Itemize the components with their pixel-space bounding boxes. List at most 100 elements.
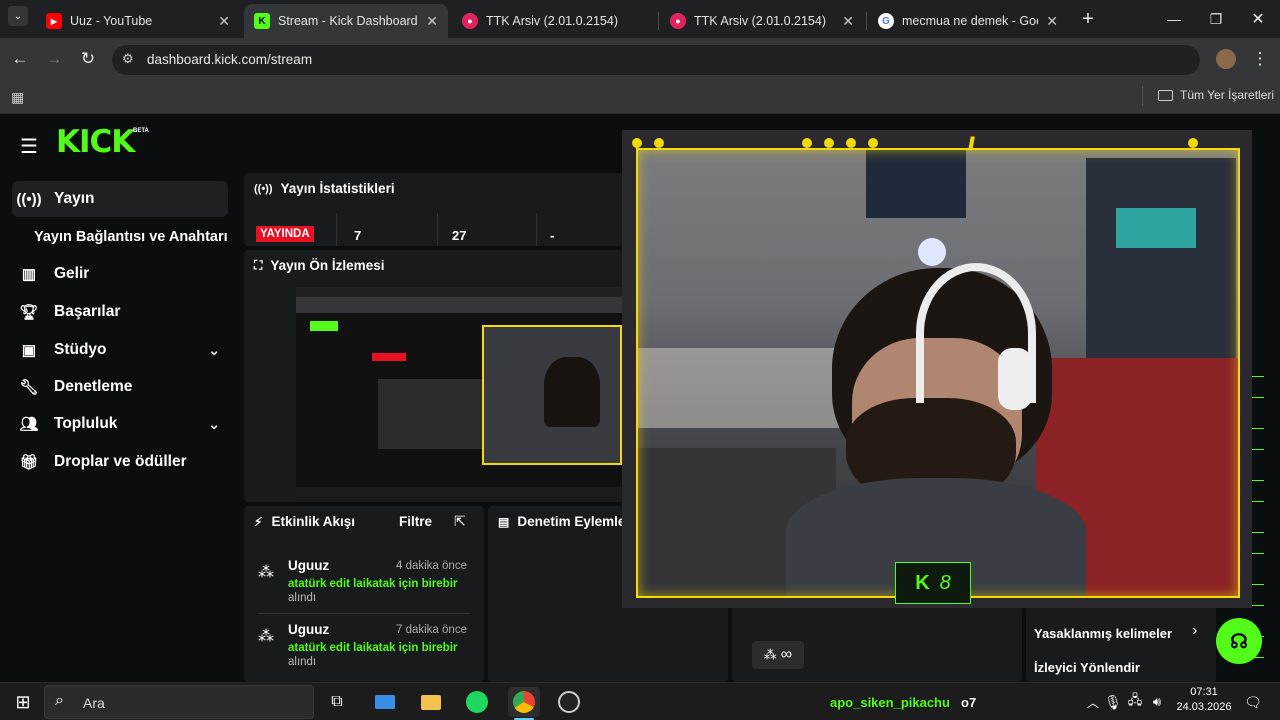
menu-icon[interactable]: ⋮ [1248, 47, 1272, 71]
all-bookmarks[interactable]: Tüm Yer İşaretleri [1158, 88, 1274, 102]
youtube-icon: ▶ [46, 13, 62, 29]
sidebar-item-achievements[interactable]: 🏆︎ Başarılar [12, 294, 228, 330]
preview-thumbnail[interactable] [296, 287, 644, 500]
moderation-header: ▤ Denetim Eylemle [498, 514, 626, 529]
preview-header: ⛶ Yayın Ön İzlemesi [254, 258, 385, 273]
close-tab-icon[interactable]: ✕ [218, 13, 230, 30]
clock[interactable]: 07:31 24.03.2026 [1174, 686, 1234, 713]
overlay-stripes: // [968, 134, 975, 154]
tab-youtube[interactable]: ▶ Uuz - YouTube ✕ [36, 4, 240, 38]
trophy-icon: 🏆︎ [19, 304, 39, 321]
sidebar-item-stream[interactable]: ((•)) Yayın [12, 181, 228, 217]
overlay-frame [636, 148, 1240, 598]
kick-icon: K [915, 571, 930, 594]
chart-icon: ▥ [21, 266, 37, 283]
minimize-icon[interactable]: — [1162, 7, 1186, 31]
windows-taskbar: ⊞ ⌕ Ara ⧉ apo_siken_pikachu o7 ︿ 🎙︎ 🖧︎ 🔊… [0, 682, 1280, 720]
chevron-down-icon: ⌄ [208, 341, 220, 358]
activity-feed-panel: ⚡︎ Etkinlik Akışı Filtre ⇱ ⁂ Uguuz 4 dak… [244, 506, 484, 682]
windows-start-icon[interactable]: ⊞ [10, 689, 36, 715]
apps-grid-icon[interactable]: ▦ [11, 89, 24, 106]
site-info-icon[interactable]: ⚙ [122, 51, 134, 67]
close-tab-icon[interactable]: ✕ [1046, 13, 1058, 30]
sidebar-item-drops[interactable]: 🎁︎ Droplar ve ödüller [12, 444, 228, 480]
chrome-icon[interactable] [508, 687, 540, 717]
stat-other: - [550, 228, 555, 243]
new-tab-icon[interactable]: + [1076, 7, 1100, 31]
bookmarks-bar: ▦ Tüm Yer İşaretleri [0, 80, 1280, 114]
gift-icon: 🎁︎ [19, 454, 39, 471]
close-window-icon[interactable]: ✕ [1246, 7, 1270, 31]
stream-preview-panel: ⛶ Yayın Ön İzlemesi [244, 250, 644, 502]
preview-icon: ⛶ [254, 258, 263, 272]
stream-stats-panel: ((•)) Yayın İstatistikleri YAYINDA 7 27 … [244, 173, 644, 246]
browser-tab-bar: ⌄ ▶ Uuz - YouTube ✕ K Stream - Kick Dash… [0, 0, 1280, 38]
users-icon: ⁂ [763, 647, 777, 662]
volume-icon[interactable]: 🔊︎ [1144, 689, 1170, 715]
sidebar-item-studio[interactable]: ▣ Stüdyo ⌄ [12, 332, 228, 368]
kick-icon: K [254, 13, 270, 29]
tab-search-icon[interactable]: ⌄ [8, 6, 28, 26]
obs-icon[interactable] [556, 689, 582, 715]
stat-viewers: 7 [354, 228, 362, 243]
search-icon: ⌕ [55, 692, 64, 709]
tab-ttk-arsiv-1[interactable]: ● TTK Arsiv (2.01.0.2154) [452, 4, 656, 38]
ttk-icon: ● [462, 13, 478, 29]
moderation-links-panel: Yasaklanmış kelimeler › İzleyici Yönlend… [1026, 606, 1216, 682]
beta-badge: BETA [133, 128, 149, 134]
chevron-down-icon: ⌄ [208, 415, 220, 432]
maximize-icon[interactable]: ❐ [1204, 7, 1228, 31]
forward-icon[interactable]: → [42, 47, 66, 71]
document-icon: ▤ [498, 514, 510, 529]
overlay-kick-badge: K 8 [895, 562, 971, 604]
tab-google[interactable]: G mecmua ne demek - Google ✕ [868, 4, 1068, 38]
sidebar-item-moderation[interactable]: 🔧︎ Denetleme [12, 369, 228, 405]
raid-link[interactable]: İzleyici Yönlendir [1034, 660, 1140, 675]
notifications-icon[interactable]: 🗨︎ [1240, 689, 1266, 715]
webcam-overlay: // K 8 [622, 130, 1252, 608]
support-chat-button[interactable]: ☊ [1216, 618, 1262, 664]
emote-only-button[interactable]: ⁂ ∞ [752, 641, 804, 669]
redeem-icon: ⁂ [258, 564, 274, 581]
headset-icon: ☊ [1230, 630, 1248, 653]
close-tab-icon[interactable]: ✕ [842, 13, 854, 30]
tab-kick-dashboard[interactable]: K Stream - Kick Dashboard ✕ [244, 4, 448, 38]
folder-icon [1158, 89, 1173, 101]
redeem-icon: ⁂ [258, 628, 274, 645]
kick-dashboard: ☰ KICK BETA ((•)) Yayın Yayın Bağlantısı… [0, 114, 1280, 682]
tab-ttk-arsiv-2[interactable]: ● TTK Arsiv (2.01.0.2154) ✕ [660, 4, 864, 38]
quick-actions-panel: ⁂ ∞ [732, 606, 1022, 682]
google-icon: G [878, 13, 894, 29]
taskbar-search[interactable]: ⌕ Ara [44, 685, 314, 719]
chat-username: apo_siken_pikachu [830, 695, 950, 710]
chevron-right-icon: › [1192, 622, 1198, 639]
stat-followers: 27 [452, 228, 467, 243]
spotify-icon[interactable] [464, 689, 490, 715]
sidebar-item-community[interactable]: 👥︎ Topluluk ⌄ [12, 406, 228, 442]
file-explorer-icon[interactable] [418, 689, 444, 715]
back-icon[interactable]: ← [8, 47, 32, 71]
live-badge: YAYINDA [256, 226, 314, 242]
profile-avatar[interactable] [1214, 47, 1238, 71]
studio-icon: ▣ [21, 342, 37, 359]
broadcast-icon: ((•)) [254, 182, 273, 195]
ttk-icon: ● [670, 13, 686, 29]
reload-icon[interactable]: ↻ [76, 47, 100, 71]
wrench-icon: 🔧︎ [19, 379, 39, 396]
broadcast-icon: ((•)) [16, 190, 42, 208]
sidebar-item-stream-key[interactable]: Yayın Bağlantısı ve Anahtarı [34, 219, 240, 255]
task-view-icon[interactable]: ⧉ [324, 689, 350, 715]
popout-icon[interactable]: ⇱ [454, 513, 466, 530]
filter-button[interactable]: Filtre [399, 514, 432, 529]
hamburger-menu-icon[interactable]: ☰ [20, 134, 38, 159]
chat-message: o7 [961, 695, 977, 710]
kick-logo[interactable]: KICK [56, 124, 135, 160]
sidebar-item-revenue[interactable]: ▥ Gelir [12, 256, 228, 292]
bolt-icon: ⚡︎ [254, 514, 263, 529]
users-icon: 👥︎ [19, 416, 39, 433]
close-tab-icon[interactable]: ✕ [426, 13, 438, 30]
banned-words-link[interactable]: Yasaklanmış kelimeler [1034, 626, 1172, 641]
url-field[interactable]: ⚙ dashboard.kick.com/stream [112, 45, 1200, 75]
widgets-icon[interactable] [372, 689, 398, 715]
stats-header: ((•)) Yayın İstatistikleri [254, 181, 395, 196]
